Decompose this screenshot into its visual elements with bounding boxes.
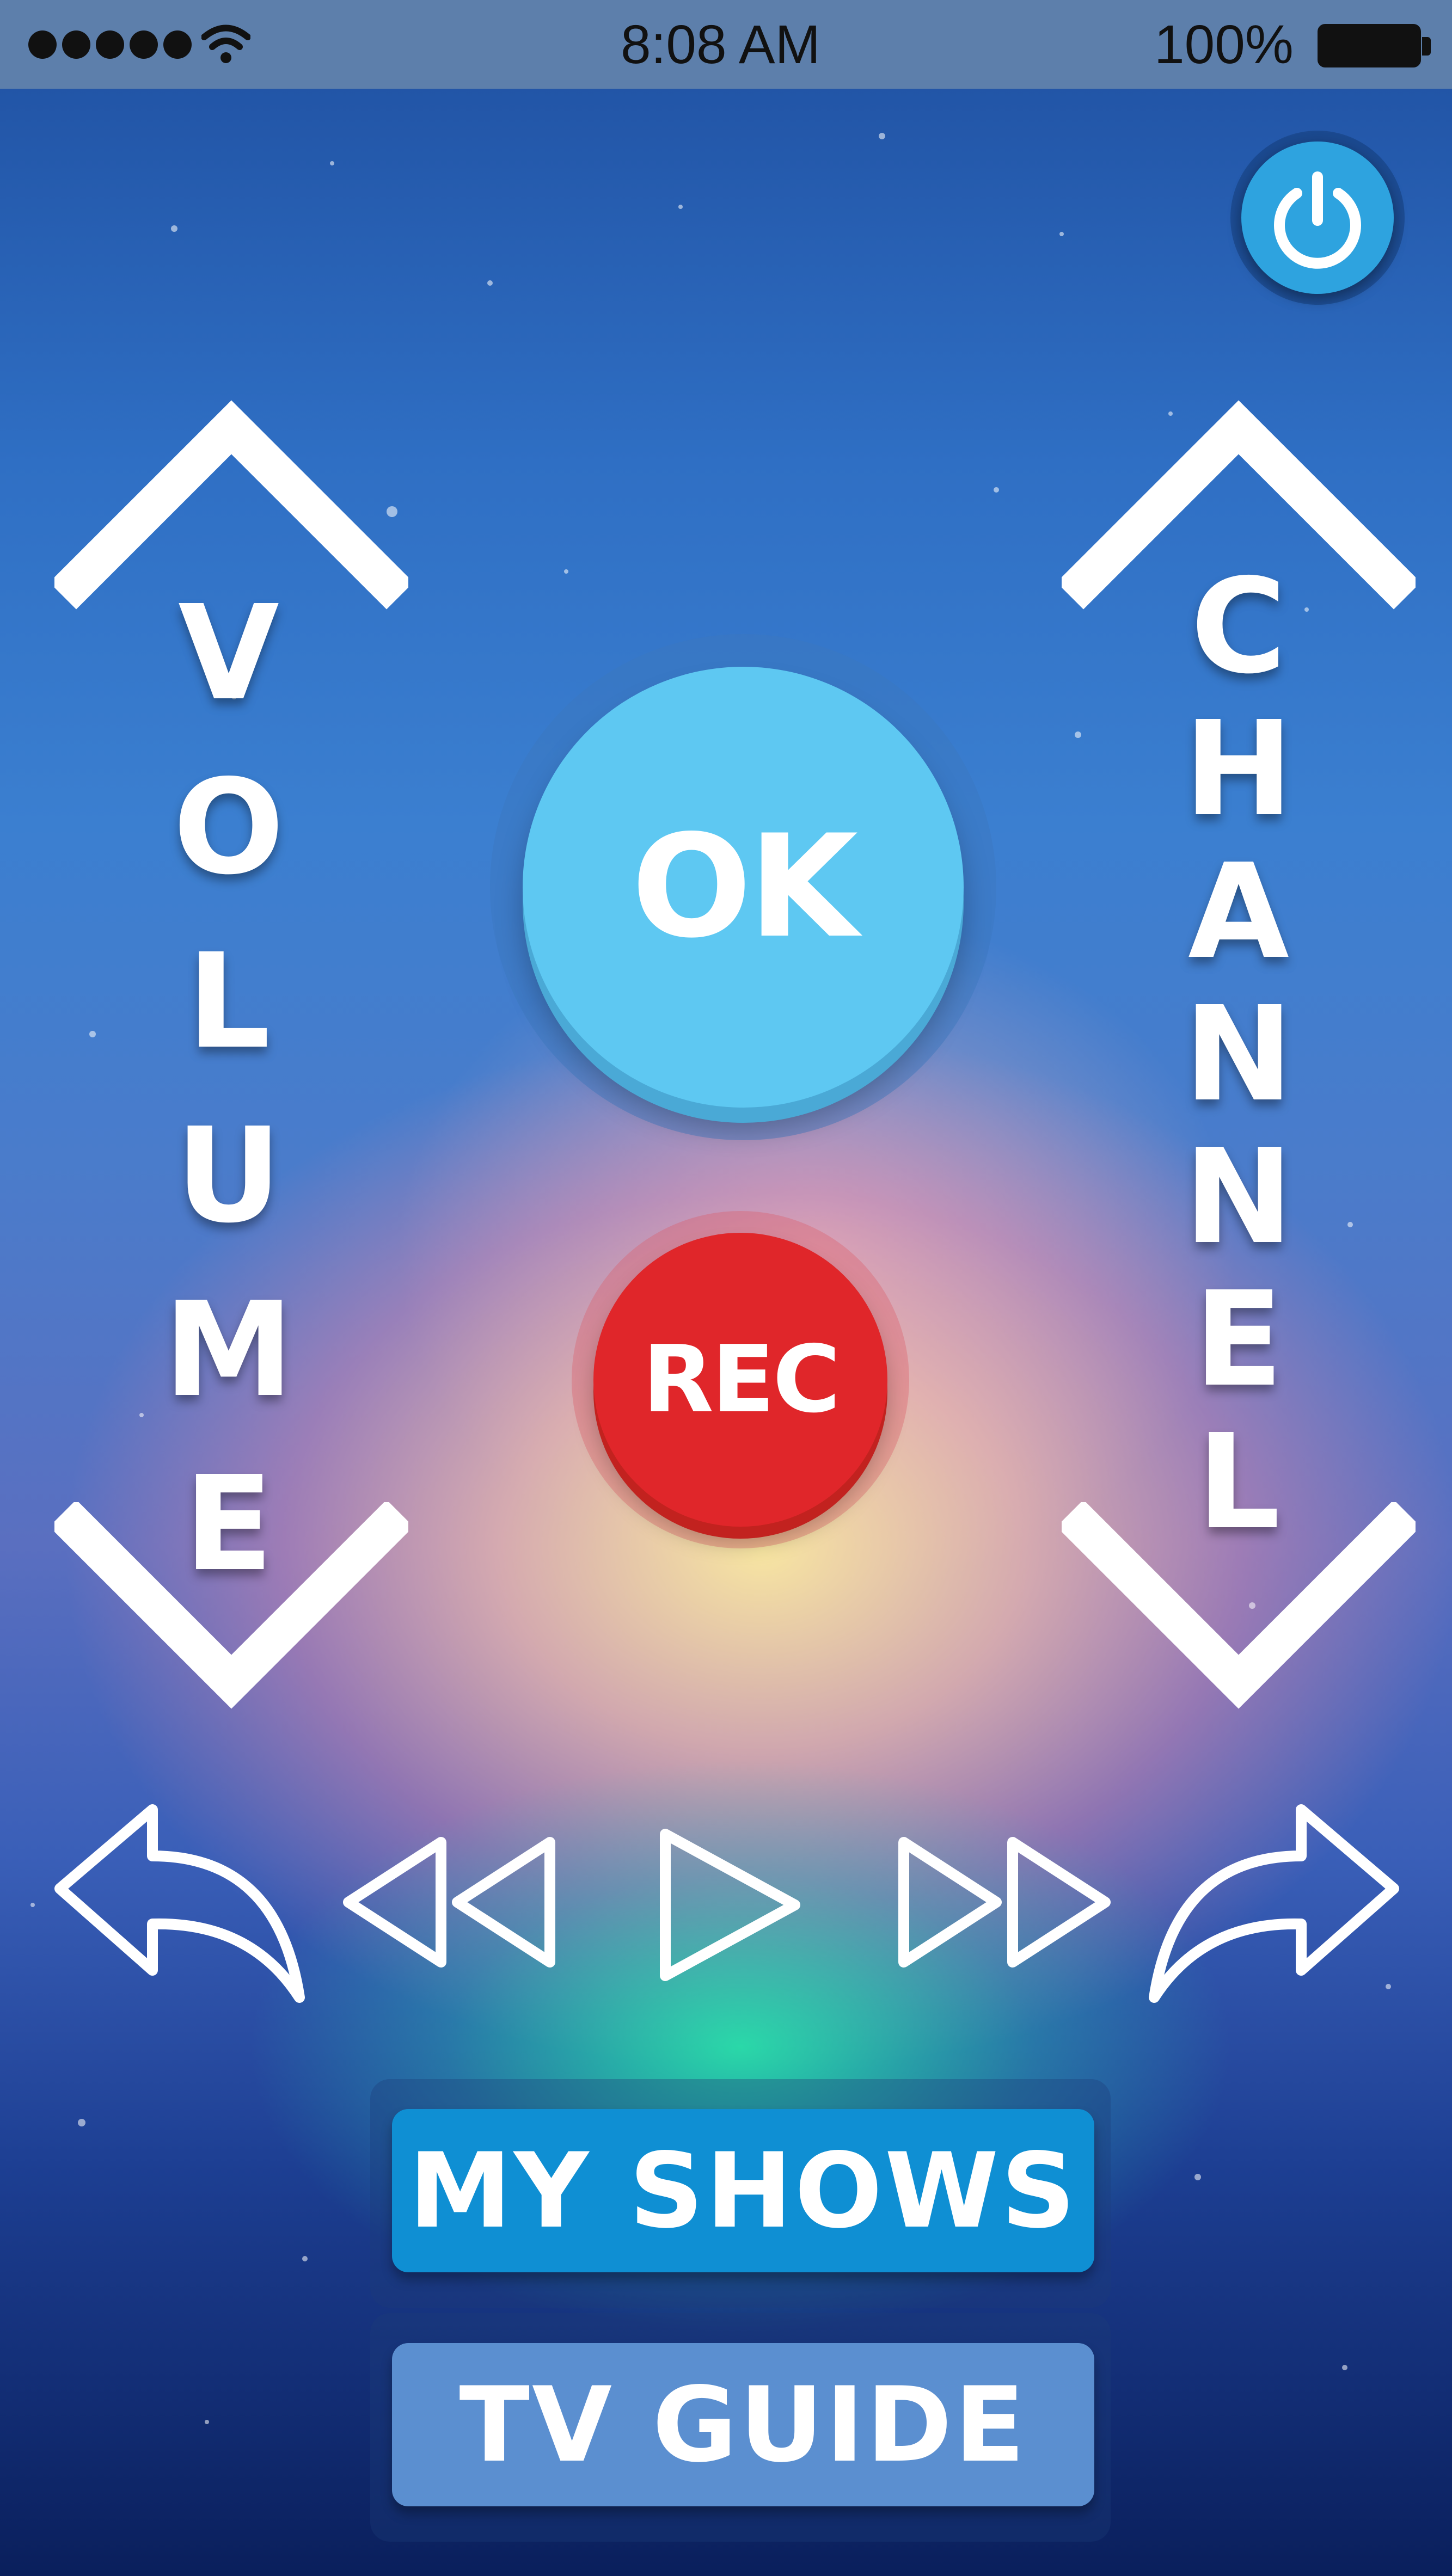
record-button[interactable]: REC (593, 1233, 887, 1527)
wifi-icon (201, 24, 250, 63)
battery-tip (1422, 37, 1431, 56)
battery-percent: 100% (1154, 14, 1294, 75)
status-time: 8:08 AM (621, 14, 820, 75)
forward-button[interactable] (1138, 1796, 1410, 2014)
back-arrow-icon (54, 1804, 305, 2003)
fast-forward-icon (898, 1837, 1111, 1968)
volume-down-button[interactable] (54, 1502, 408, 1720)
my-shows-label: MY SHOWS (408, 2130, 1078, 2251)
fast-forward-button[interactable] (893, 1834, 1122, 1976)
rewind-button[interactable] (338, 1834, 566, 1976)
chevron-down-icon (54, 1502, 408, 1709)
volume-label: V O L U M E (163, 577, 294, 1600)
tv-guide-label: TV GUIDE (459, 2364, 1027, 2485)
play-button[interactable] (653, 1823, 811, 1987)
power-button[interactable] (1230, 131, 1405, 305)
forward-arrow-icon (1149, 1804, 1399, 2003)
back-button[interactable] (44, 1796, 316, 2014)
chevron-up-icon (54, 400, 408, 610)
ok-button[interactable]: OK (523, 667, 964, 1108)
my-shows-button[interactable]: MY SHOWS (392, 2109, 1094, 2272)
power-icon (1274, 171, 1361, 269)
play-icon (660, 1829, 800, 1981)
status-bar: 8:08 AM 100% (0, 0, 1452, 89)
tv-guide-button[interactable]: TV GUIDE (392, 2343, 1094, 2506)
battery-icon (1318, 24, 1421, 67)
channel-label: C H A N N E L (1184, 550, 1294, 1558)
signal-icon (28, 30, 197, 62)
ok-label: OK (631, 805, 858, 969)
remote-screen: 8:08 AM 100% V O L U M E C H A N N E L O… (0, 0, 1452, 2576)
channel-down-button[interactable] (1062, 1502, 1416, 1720)
rewind-icon (343, 1837, 555, 1968)
chevron-down-icon (1062, 1502, 1416, 1709)
rec-label: REC (642, 1326, 841, 1434)
